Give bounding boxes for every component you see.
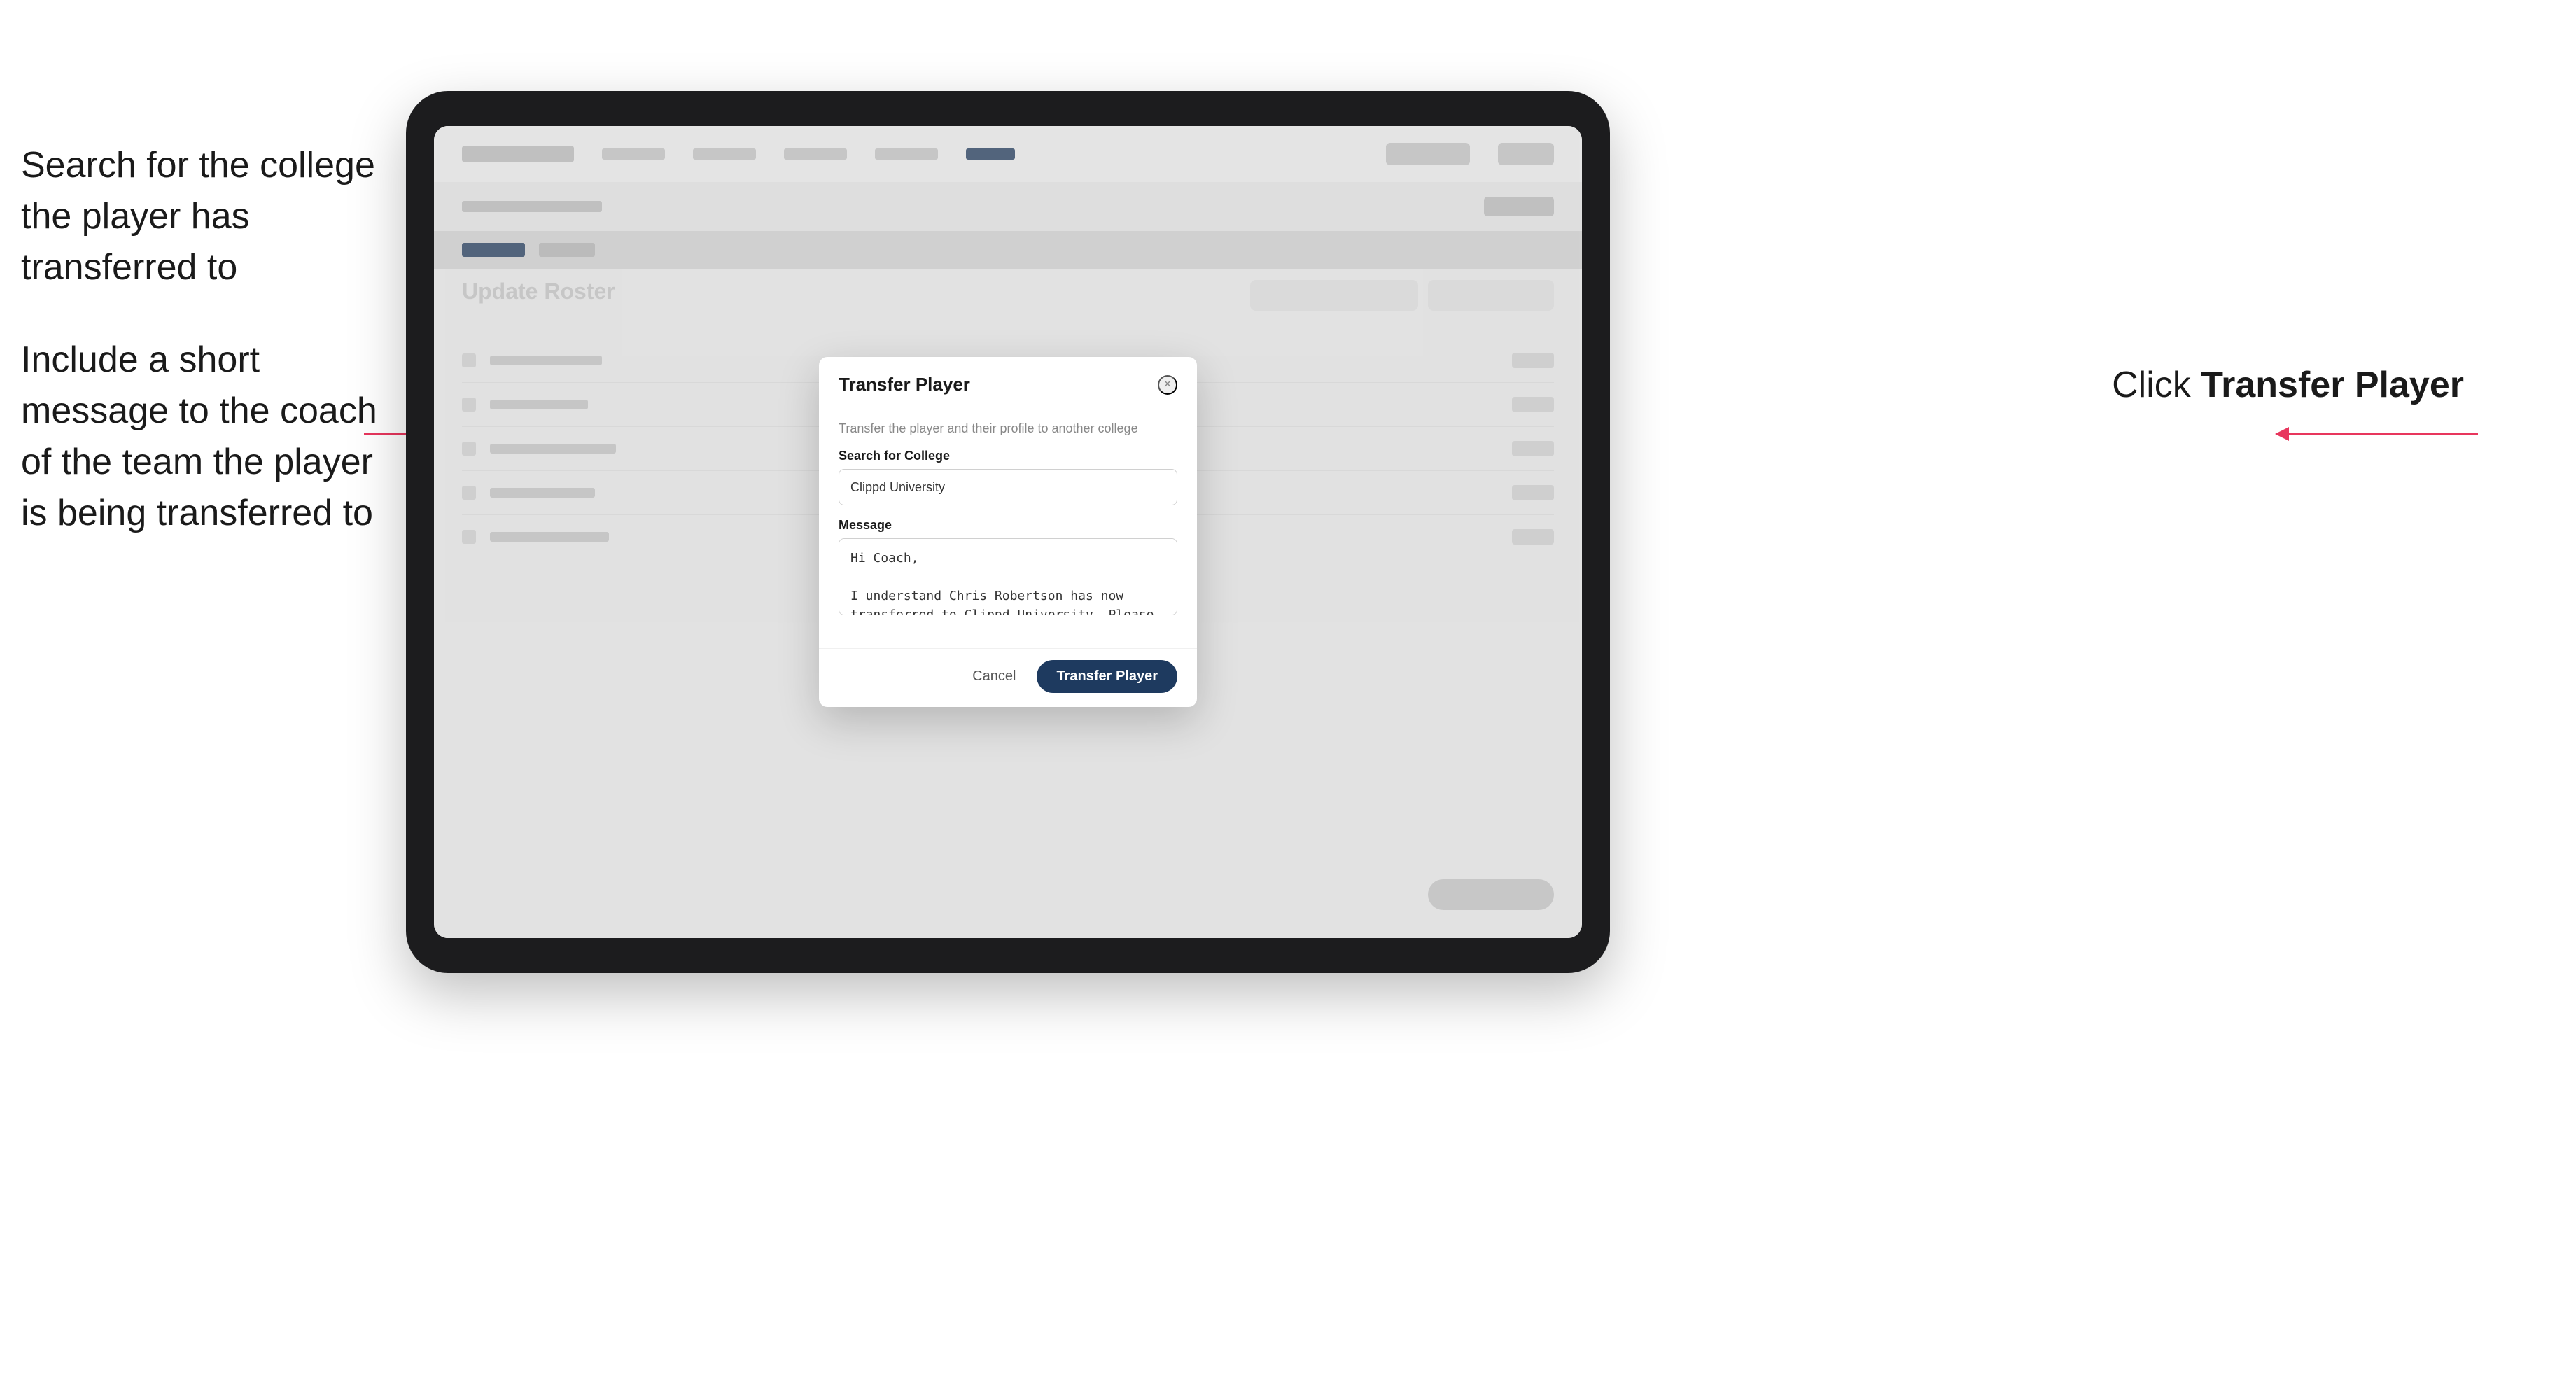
message-textarea[interactable]: [839, 538, 1177, 615]
modal-body: Transfer the player and their profile to…: [819, 407, 1197, 648]
annotation-right: Click Transfer Player: [2112, 364, 2464, 406]
annotation-text-2: Include a short message to the coach of …: [21, 335, 385, 538]
search-college-label: Search for College: [839, 449, 1177, 463]
annotation-left: Search for the college the player has tr…: [21, 140, 385, 581]
message-label: Message: [839, 518, 1177, 533]
annotation-right-bold: Transfer Player: [2201, 365, 2464, 405]
modal-footer: Cancel Transfer Player: [819, 648, 1197, 707]
transfer-player-button[interactable]: Transfer Player: [1037, 660, 1177, 693]
modal-subtitle: Transfer the player and their profile to…: [839, 421, 1177, 436]
arrow-right: [2268, 406, 2478, 462]
tablet-screen: Update Roster: [434, 126, 1582, 938]
annotation-right-text: Click Transfer Player: [2112, 365, 2464, 405]
modal-title: Transfer Player: [839, 374, 970, 396]
search-college-input[interactable]: [839, 469, 1177, 505]
cancel-button[interactable]: Cancel: [961, 662, 1027, 692]
transfer-player-modal: Transfer Player × Transfer the player an…: [819, 357, 1197, 707]
modal-header: Transfer Player ×: [819, 357, 1197, 407]
annotation-right-prefix: Click: [2112, 365, 2201, 405]
tablet-frame: Update Roster: [406, 91, 1610, 973]
search-college-group: Search for College: [839, 449, 1177, 505]
message-group: Message: [839, 518, 1177, 619]
modal-close-button[interactable]: ×: [1158, 375, 1177, 395]
annotation-text-1: Search for the college the player has tr…: [21, 140, 385, 293]
